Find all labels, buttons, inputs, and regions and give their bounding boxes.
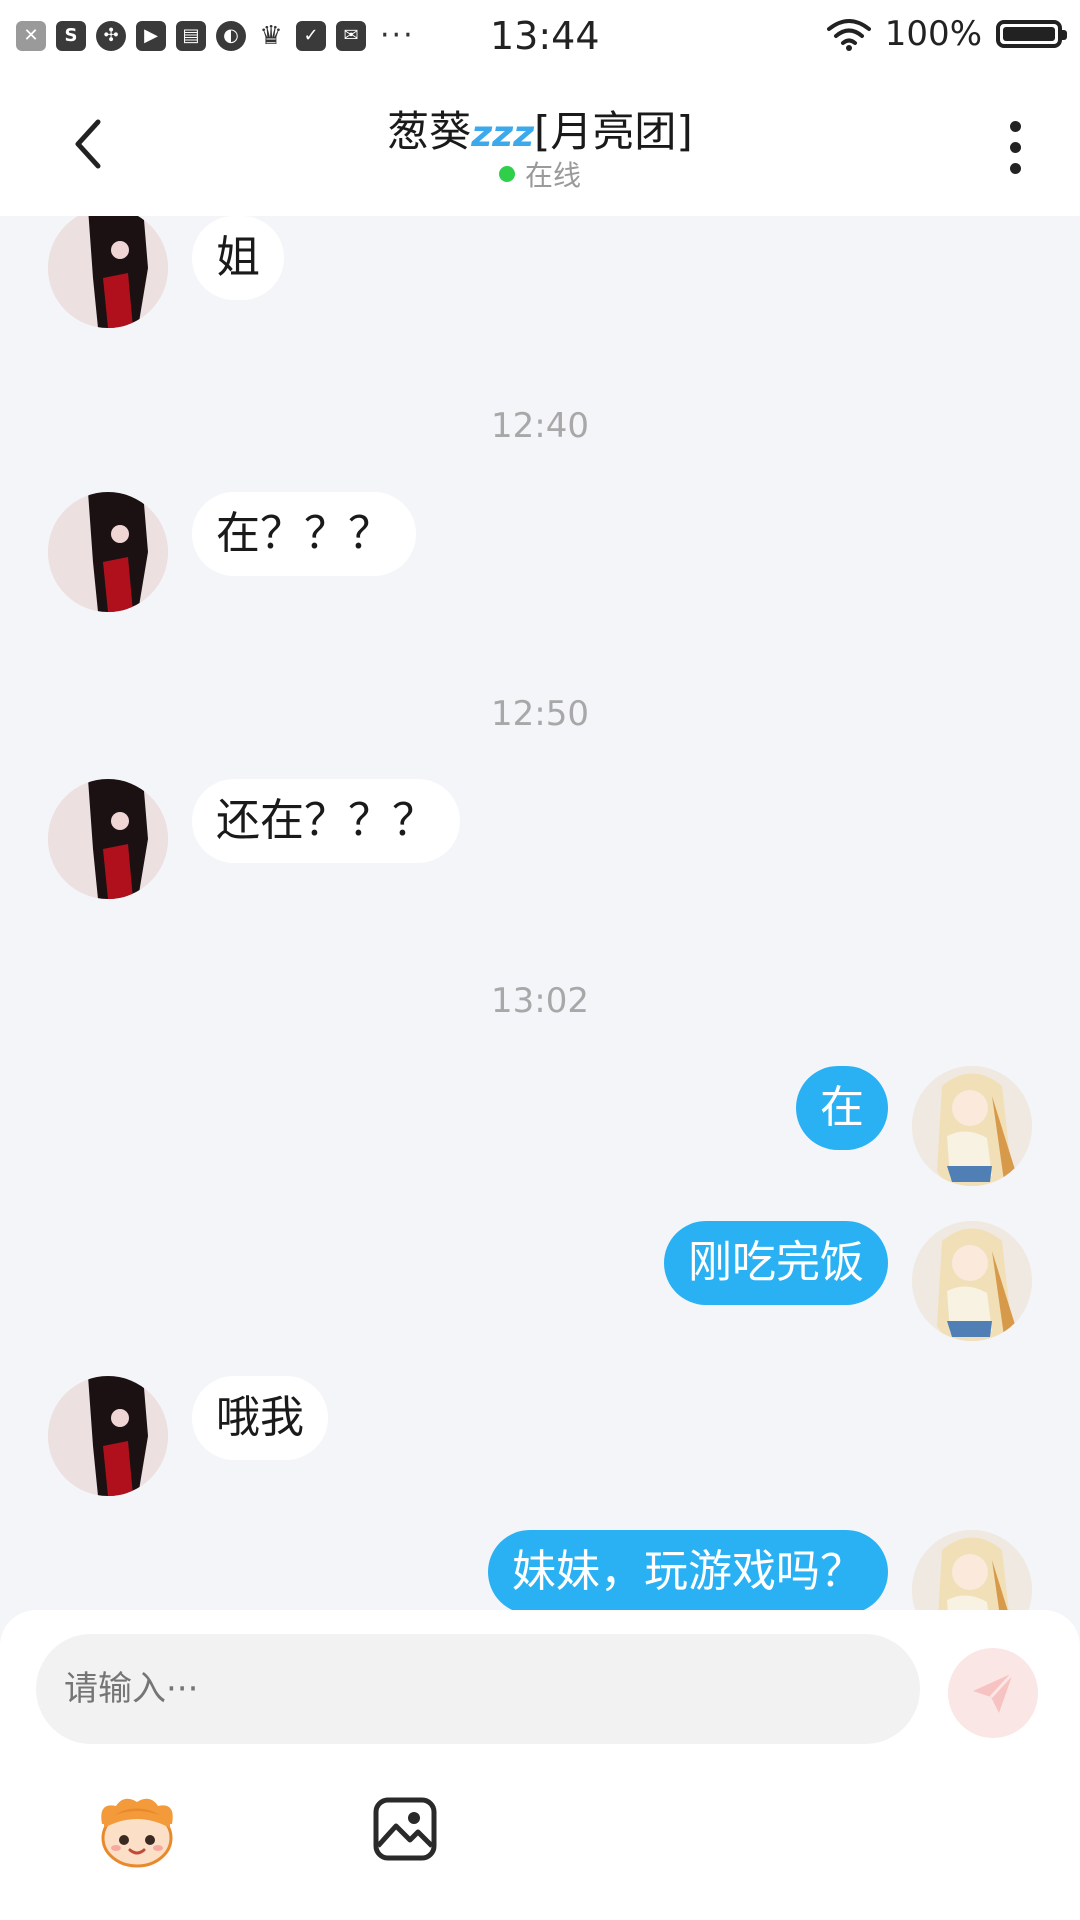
play-icon: ▶ [136, 20, 166, 51]
clipboard-check-icon: ✓ [296, 20, 326, 51]
send-plane-icon [973, 1671, 1015, 1713]
outgoing-message-bubble[interactable]: 刚吃完饭 [664, 1221, 888, 1305]
contact-avatar[interactable] [48, 1376, 168, 1496]
message-timestamp: 13:02 [491, 981, 589, 1021]
user-avatar[interactable] [912, 1530, 1032, 1610]
contact-name: 葱葵zzz[月亮团] [0, 98, 1080, 159]
contact-avatar[interactable] [48, 216, 168, 328]
incoming-message-bubble[interactable]: 还在？？？ [192, 779, 460, 863]
more-notifications-icon: ··· [380, 18, 415, 53]
user-avatar[interactable] [912, 1221, 1032, 1341]
outgoing-message-bubble[interactable]: 妹妹，玩游戏吗？ [488, 1530, 888, 1610]
message-timestamp: 12:50 [491, 694, 589, 734]
online-dot-icon [498, 166, 515, 182]
message-list[interactable]: 姐 12:40 在？？？ 12:50 还在？？？ 13:02 在 刚吃完饭 哦我… [0, 216, 1080, 1610]
calendar-icon: ▤ [176, 20, 206, 51]
kebab-menu-icon [1009, 120, 1021, 132]
online-status: 在线 [0, 154, 1080, 194]
crown-icon: ♛ [259, 20, 283, 51]
battery-percent: 100% [884, 14, 982, 54]
wifi-icon [826, 19, 871, 51]
sleeping-emoji-icon: zzz [471, 114, 535, 155]
send-button[interactable] [948, 1648, 1038, 1738]
notification-icons: ✕ S ✣ ▶ ▤ ◐ ♛ ✓ ✉ ··· [16, 18, 415, 53]
close-box-icon: ✕ [16, 20, 46, 51]
message-input[interactable] [36, 1634, 920, 1744]
chat-header: 葱葵zzz[月亮团] 在线 [0, 76, 1080, 216]
pinwheel-icon: ✣ [96, 20, 126, 51]
clock: 13:44 [490, 14, 600, 58]
contact-nickname: 葱葵 [387, 107, 472, 156]
s-icon: S [56, 20, 86, 51]
mail-icon: ✉ [336, 20, 366, 51]
image-button[interactable] [372, 1796, 438, 1862]
more-options-button[interactable] [990, 112, 1040, 182]
composer-panel [0, 1610, 1080, 1920]
image-icon [373, 1797, 437, 1861]
user-avatar[interactable] [912, 1066, 1032, 1186]
incoming-message-bubble[interactable]: 在？？？ [192, 492, 416, 576]
planet-icon: ◐ [216, 20, 246, 51]
emoji-mascot-icon [101, 1798, 173, 1868]
outgoing-message-bubble[interactable]: 在 [796, 1066, 888, 1150]
contact-avatar[interactable] [48, 492, 168, 612]
online-status-label: 在线 [524, 159, 581, 192]
incoming-message-bubble[interactable]: 哦我 [192, 1376, 328, 1460]
emoji-button[interactable] [94, 1794, 180, 1868]
contact-avatar[interactable] [48, 779, 168, 899]
message-timestamp: 12:40 [491, 406, 589, 446]
incoming-message-bubble[interactable]: 姐 [192, 216, 284, 300]
battery-icon [996, 20, 1067, 48]
group-tag: [月亮团] [534, 107, 693, 156]
status-bar: ✕ S ✣ ▶ ▤ ◐ ♛ ✓ ✉ ··· 13:44 100% [0, 0, 1080, 76]
